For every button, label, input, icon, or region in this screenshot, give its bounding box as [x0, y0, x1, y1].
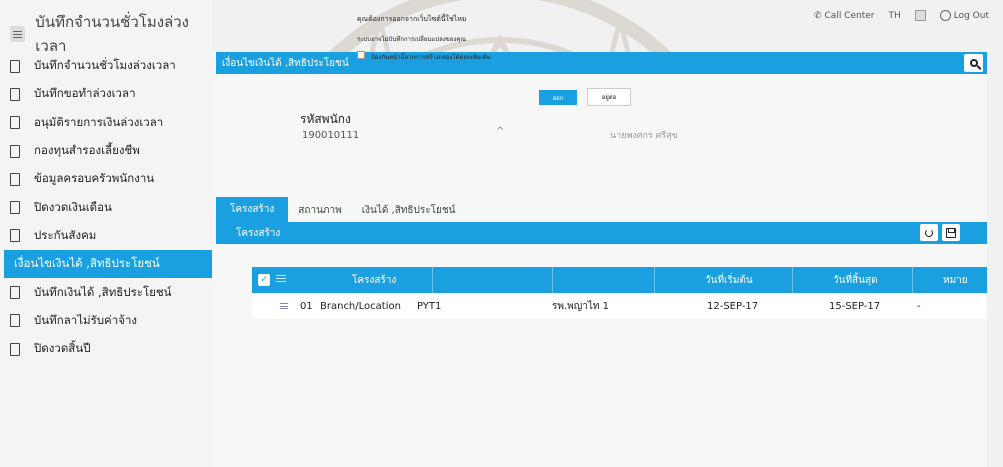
- document-icon: [10, 172, 20, 186]
- dialog-checkbox[interactable]: [357, 51, 365, 59]
- main-panel: เงื่อนไขเงินได้ ,สิทธิประโยชน์ คุณต้องกา…: [212, 15, 987, 467]
- sidebar-item[interactable]: ปิดงวดสิ้นปี: [0, 335, 212, 363]
- column-header-start-date[interactable]: วันที่เริ่มต้น: [654, 267, 753, 293]
- phone-icon: ✆: [813, 10, 822, 21]
- flag-image-icon[interactable]: [914, 10, 926, 21]
- sidebar: บันทึกจำนวนชั่วโมงล่วงเวลา บันทึกจำนวนชั…: [0, 0, 212, 467]
- tab[interactable]: โครงสร้าง: [216, 197, 289, 222]
- document-icon: [10, 314, 20, 328]
- sidebar-item-label: บันทึกลาไม่รับค่าจ้าง: [34, 312, 138, 327]
- top-bar: ✆ Call Center TH Log Out: [814, 10, 989, 21]
- cell-code: 01: [300, 300, 313, 312]
- logout-label: Log Out: [953, 11, 989, 21]
- refresh-button[interactable]: [920, 224, 938, 241]
- sidebar-item[interactable]: บันทึกลาไม่รับค่าจ้าง: [0, 307, 212, 335]
- refresh-icon: [925, 228, 933, 237]
- search-button[interactable]: [964, 54, 983, 72]
- column-divider: [552, 267, 553, 293]
- sidebar-item-label: บันทึกจำนวนชั่วโมงล่วงเวลา: [34, 58, 176, 73]
- dialog-message: คุณต้องการออกจากเว็บไซต์นี้ใช่ไหม: [357, 15, 467, 23]
- section-title: โครงสร้าง: [236, 227, 281, 239]
- dialog-checkbox-label: ป้องกันหน้านี้จากการสร้างกล่องโต้ตอบเพิ่…: [371, 54, 491, 61]
- chevron-up-icon[interactable]: ^: [496, 126, 504, 137]
- page-title: เงื่อนไขเงินได้ ,สิทธิประโยชน์: [222, 57, 349, 69]
- call-center-label: Call Center: [824, 10, 875, 21]
- sidebar-item[interactable]: เงื่อนไขเงินได้ ,สิทธิประโยชน์: [4, 250, 212, 279]
- employee-name-field: นายพงศกร ศรีสุข: [610, 131, 678, 141]
- sidebar-header: บันทึกจำนวนชั่วโมงล่วงเวลา: [0, 13, 212, 55]
- drag-handle-icon[interactable]: [280, 303, 288, 311]
- sidebar-item-label: ข้อมูลครอบครัวพนักงาน: [34, 171, 155, 186]
- sidebar-item-label: บันทึกขอทำล่วงเวลา: [34, 86, 136, 101]
- cell-structure: Branch/Location: [320, 300, 401, 312]
- cell-name: รพ.พญาไท 1: [552, 300, 610, 312]
- save-button[interactable]: [942, 224, 960, 241]
- sidebar-item[interactable]: อนุมัติรายการเงินล่วงเวลา: [0, 109, 212, 137]
- document-icon: [10, 59, 20, 73]
- drag-handle-icon: [276, 275, 286, 285]
- sidebar-menu: บันทึกจำนวนชั่วโมงล่วงเวลาบันทึกขอทำล่วง…: [0, 52, 212, 363]
- sidebar-item[interactable]: ประกันสังคม: [0, 222, 212, 250]
- sidebar-item-label: กองทุนสำรองเลี้ยงชีพ: [34, 143, 140, 158]
- select-all-checkbox[interactable]: ✓: [258, 274, 270, 286]
- dialog-leave-button[interactable]: ออก: [539, 90, 577, 105]
- page-title-bar: เงื่อนไขเงินได้ ,สิทธิประโยชน์: [216, 52, 987, 74]
- sidebar-item-label: ประกันสังคม: [34, 227, 97, 242]
- tab[interactable]: สถานภาพ: [288, 199, 351, 222]
- language-switch[interactable]: TH: [888, 11, 900, 21]
- sidebar-item-label: ปิดงวดเงินเดือน: [34, 199, 112, 214]
- document-icon: [10, 286, 20, 300]
- sidebar-title: บันทึกจำนวนชั่วโมงล่วงเวลา: [35, 13, 189, 55]
- document-icon: [10, 116, 20, 130]
- sidebar-item-label: อนุมัติรายการเงินล่วงเวลา: [34, 114, 164, 129]
- sidebar-item[interactable]: บันทึกเงินได้ ,สิทธิประโยชน์: [0, 278, 212, 306]
- dialog-stay-button[interactable]: อยู่ต่อ: [587, 88, 631, 106]
- dialog-submessage: ระบบอาจไม่บันทึกการเปลี่ยนแปลงของคุณ: [357, 36, 466, 43]
- cell-end-date: 15-SEP-17: [829, 300, 881, 312]
- column-header-end-date[interactable]: วันที่สิ้นสุด: [792, 267, 878, 293]
- document-icon: [10, 87, 20, 101]
- cell-note: -: [917, 300, 921, 312]
- leave-page-dialog: คุณต้องการออกจากเว็บไซต์นี้ใช่ไหม ระบบอา…: [357, 6, 631, 106]
- sidebar-item[interactable]: บันทึกขอทำล่วงเวลา: [0, 80, 212, 108]
- sidebar-item-label: ปิดงวดสิ้นปี: [34, 341, 91, 356]
- column-header-structure[interactable]: โครงสร้าง: [352, 267, 396, 293]
- document-icon: [10, 201, 20, 215]
- cell-value: PYT1: [417, 300, 442, 312]
- table-header: ✓ โครงสร้าง วันที่เริ่มต้น วันที่สิ้นสุด…: [252, 267, 987, 293]
- call-center-link[interactable]: ✆ Call Center: [814, 11, 875, 21]
- sidebar-item-label: บันทึกเงินได้ ,สิทธิประโยชน์: [34, 284, 172, 299]
- cell-start-date: 12-SEP-17: [707, 300, 759, 312]
- tab-bar: โครงสร้าง สถานภาพ เงินได้ ,สิทธิประโยชน์: [216, 197, 466, 222]
- hamburger-menu-icon[interactable]: [10, 26, 26, 42]
- document-icon: [10, 144, 20, 158]
- employee-id-label: รหัสพนักง: [300, 112, 351, 126]
- section-header: โครงสร้าง: [216, 222, 987, 244]
- sidebar-item[interactable]: กองทุนสำรองเลี้ยงชีพ: [0, 137, 212, 165]
- search-icon: [969, 59, 978, 67]
- save-icon: [946, 227, 956, 238]
- document-icon: [10, 342, 20, 356]
- power-icon: [939, 10, 951, 21]
- employee-id-field[interactable]: 190010111: [302, 130, 359, 141]
- sidebar-item[interactable]: ปิดงวดเงินเดือน: [0, 193, 212, 221]
- sidebar-item-label: เงื่อนไขเงินได้ ,สิทธิประโยชน์: [14, 256, 160, 271]
- tab[interactable]: เงินได้ ,สิทธิประโยชน์: [352, 199, 466, 222]
- column-divider: [432, 267, 433, 293]
- document-icon: [10, 229, 20, 243]
- column-header-note[interactable]: หมาย: [912, 267, 968, 293]
- table-row[interactable]: 01 Branch/Location PYT1 รพ.พญาไท 1 12-SE…: [252, 293, 987, 319]
- logout-link[interactable]: Log Out: [939, 10, 989, 21]
- sidebar-item[interactable]: ข้อมูลครอบครัวพนักงาน: [0, 165, 212, 193]
